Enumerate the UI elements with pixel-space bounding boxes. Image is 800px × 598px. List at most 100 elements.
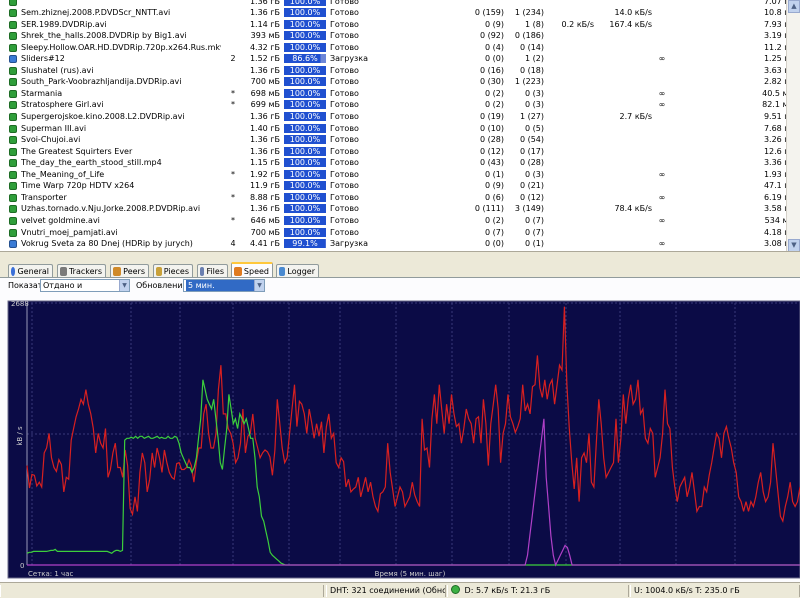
graph-background [7,300,800,579]
tab-logger[interactable]: Logger [276,264,319,278]
torrent-priority: * [231,215,235,225]
torrent-progress: 100.0% [284,135,326,145]
torrent-status: Готово [330,77,359,87]
tab-files[interactable]: Files [197,264,228,278]
seeding-icon [9,9,17,18]
torrent-size: 1.52 гБ [249,54,280,64]
torrent-size: 1.15 гБ [249,158,280,168]
table-row[interactable]: Shrek_the_halls.2008.DVDRip by Big1.avi 3… [0,30,800,42]
list-scrollbar[interactable]: ▲ ▼ [786,0,800,251]
torrent-size: 1.36 гБ [249,146,280,156]
torrent-seeds: 0 (6) [485,192,504,202]
tab-label: Pieces [163,266,189,276]
torrent-progress: 99.1% [284,239,326,249]
seeding-icon [9,124,17,133]
torrent-status: Готово [330,8,359,18]
torrent-name: Sleepy.Hollow.OAR.HD.DVDRip.720p.x264.Ru… [21,42,221,52]
files-icon [200,267,205,276]
seeding-icon [9,101,17,110]
chevron-down-icon[interactable]: ▼ [254,280,264,291]
show-select[interactable]: Отдано и Загружено ▼ [40,279,130,301]
table-row[interactable]: The_Meaning_of_Life * 1.92 гБ 100.0% Готово 0… [0,169,800,181]
torrent-peers: 0 (3) [525,100,544,110]
table-row[interactable]: Uzhas.tornado.v.Nju.Jorke.2008.P.DVDRip.… [0,203,800,215]
torrent-peers: 0 (12) [519,192,544,202]
detail-tabs: General Trackers Peers Pieces Files Spee… [0,262,800,279]
table-row[interactable]: Vokrug Sveta za 80 Dnej (HDRip by jurych… [0,238,800,250]
torrent-progress: 100.0% [284,169,326,179]
table-row[interactable]: Starmania * 698 мБ 100.0% Готово 0 (2) 0 (3) ∞ 4… [0,88,800,100]
table-row[interactable]: The_day_the_earth_stood_still.mp4 1.15 гБ… [0,157,800,169]
y-tick-min: 0 [20,562,24,570]
status-dht: DHT: 321 соединений (Обновлен [326,585,446,597]
table-row[interactable]: Sleepy.Hollow.OAR.HD.DVDRip.720p.x264.Ru… [0,42,800,54]
tab-label: General [17,266,49,276]
seeding-icon [9,170,17,179]
torrent-size: 1.36 гБ [249,8,280,18]
table-row[interactable]: Svoi-Chujoi.avi 1.36 гБ 100.0% Готово 0 (28)… [0,134,800,146]
torrent-size: 1.36 гБ [249,65,280,75]
table-row[interactable]: Stratosphere Girl.avi * 699 мБ 100.0% Готово… [0,99,800,111]
torrent-eta: ∞ [658,54,666,64]
torrent-name: Sem.zhiznej.2008.P.DVDScr_NNTT.avi [21,8,171,18]
torrent-progress: 100.0% [284,19,326,29]
table-row[interactable]: The Greatest Squirters Ever 1.36 гБ 100.0%… [0,146,800,158]
torrent-status: Готово [330,100,359,110]
table-row[interactable]: Time Warp 720p HDTV x264 11.9 гБ 100.0% Гот… [0,180,800,192]
scroll-down-icon[interactable]: ▼ [788,239,800,251]
torrent-status: Готово [330,181,359,191]
table-row[interactable]: South_Park-Voobrazhljandija.DVDRip.avi 70… [0,76,800,88]
table-row[interactable]: Sem.zhiznej.2008.P.DVDScr_NNTT.avi 1.36 г… [0,7,800,19]
torrent-status: Загрузка [330,54,369,64]
seeding-icon [9,147,17,156]
table-row[interactable]: Sliders#12 2 1.52 гБ 86.6% Загрузка 0 (0) 1 (2… [0,53,800,65]
torrent-priority: * [231,169,235,179]
torrent-progress: 100.0% [284,227,326,237]
torrent-peers: 0 (17) [519,146,544,156]
torrent-status: Готово [330,204,359,214]
torrent-size: 1.36 гБ [249,204,280,214]
torrent-seeds: 0 (1) [485,169,504,179]
torrent-name: South_Park-Voobrazhljandija.DVDRip.avi [21,77,182,87]
torrent-progress: 100.0% [284,88,326,98]
torrent-progress: 100.0% [284,192,326,202]
table-row[interactable]: Supergerojskoe.kino.2008.L2.DVDRip.avi 1.… [0,111,800,123]
torrent-status: Готово [330,31,359,41]
torrent-seeds: 0 (9) [485,181,504,191]
update-select[interactable]: 5 мин. ▼ [183,279,265,292]
scroll-up-icon[interactable]: ▲ [788,0,800,13]
tab-trackers[interactable]: Trackers [57,264,106,278]
status-bar: DHT: 321 соединений (Обновлен D: 5.7 кБ/… [0,582,800,598]
table-row[interactable]: Slushatel (rus).avi 1.36 гБ 100.0% Готово 0 … [0,65,800,77]
torrent-peers: 0 (18) [519,65,544,75]
seeding-icon [9,205,17,214]
torrent-status: Готово [330,192,359,202]
table-row[interactable]: Transporter * 8.88 гБ 100.0% Готово 0 (6) 0 (1… [0,192,800,204]
chevron-down-icon[interactable]: ▼ [119,280,129,291]
torrent-up-speed: 78.4 кБ/s [614,204,652,214]
tab-label: Files [206,266,224,276]
table-row[interactable]: 1.36 гБ 100.0% Готово 7.07 гБ [0,0,800,7]
torrent-status: Готово [330,88,359,98]
y-axis-label: kB / s [16,426,24,446]
table-row[interactable]: SER.1989.DVDRip.avi 1.14 гБ 100.0% Готово 0 … [0,19,800,31]
torrent-seeds: 0 (10) [479,123,504,133]
torrent-progress: 100.0% [284,65,326,75]
torrent-priority: * [231,192,235,202]
torrent-list[interactable]: 1.36 гБ 100.0% Готово 7.07 гБ Sem.zhiznej.20… [0,0,800,252]
seeding-icon [9,193,17,202]
info-icon [11,267,16,276]
tab-general[interactable]: General [8,264,53,278]
torrent-size: 700 мБ [250,227,280,237]
torrent-size: 1.36 гБ [249,112,280,121]
tab-pieces[interactable]: Pieces [153,264,193,278]
seeding-icon [9,20,17,29]
table-row[interactable]: Superman III.avi 1.40 гБ 100.0% Готово 0 (10… [0,123,800,135]
torrent-down-speed: 0.2 кБ/s [561,19,594,29]
table-row[interactable]: velvet goldmine.avi * 646 мБ 100.0% Готово 0 … [0,215,800,227]
table-row[interactable]: Vnutri_moej_pamjati.avi 700 мБ 100.0% Готов… [0,227,800,239]
torrent-seeds: 0 (7) [485,227,504,237]
seeding-icon [9,159,17,168]
tab-peers[interactable]: Peers [110,264,149,278]
torrent-seeds: 0 (159) [474,8,504,18]
